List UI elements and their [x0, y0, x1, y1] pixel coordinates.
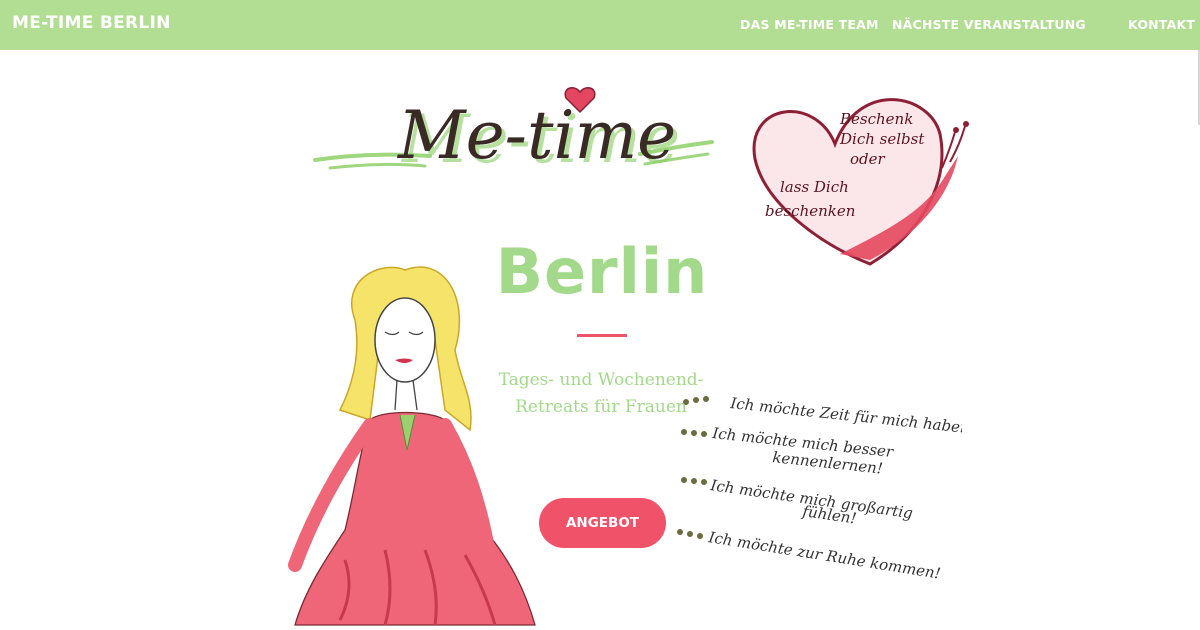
heart-note-line: lass Dich [780, 178, 849, 196]
nav-link-team[interactable]: DAS ME-TIME TEAM [740, 17, 879, 32]
woman-illustration [288, 266, 536, 626]
title-divider [577, 334, 627, 337]
wishes-drawing: Ich möchte Zeit für mich haben! Ich möch… [677, 394, 962, 583]
angebot-button[interactable]: ANGEBOT [539, 498, 666, 548]
nav-link-contact[interactable]: KONTAKT [1128, 17, 1195, 32]
heart-note-line: beschenken [765, 202, 855, 220]
hero-subtitle: Tages- und Wochenend-Retreats für Frauen [498, 370, 704, 417]
logo-text: Me-time [397, 97, 676, 174]
brand-link[interactable]: ME-TIME BERLIN [12, 13, 171, 33]
nav-link-next-event[interactable]: NÄCHSTE VERANSTALTUNG [892, 17, 1086, 32]
heart-note-line: Dich selbst [839, 130, 925, 148]
hero-section: Me-time Me-time Beschenk Dich selbst ode… [0, 50, 1200, 630]
page-title: Berlin [495, 235, 709, 308]
heart-note-line: oder [850, 150, 886, 168]
wish-line: Ich möchte zur Ruhe kommen! [706, 528, 942, 583]
top-navbar: ME-TIME BERLIN DAS ME-TIME TEAM NÄCHSTE … [0, 0, 1200, 50]
me-time-logo: Me-time Me-time [313, 87, 714, 178]
heart-note-line: Beschenk [839, 110, 913, 128]
